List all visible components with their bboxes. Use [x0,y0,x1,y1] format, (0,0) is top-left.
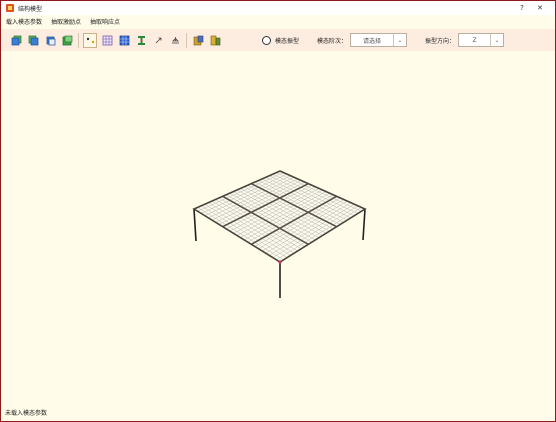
axis-arrow-icon [155,37,161,43]
chevron-down-icon[interactable]: ⌄ [393,34,406,46]
view-front-button[interactable] [9,33,23,48]
show-surface-button[interactable] [117,33,131,48]
axis-button[interactable] [151,33,165,48]
app-logo-icon [6,4,14,12]
mode-order-select[interactable]: 请选择 ⌄ [350,33,408,47]
help-button[interactable]: ? [513,1,531,15]
radio-label: 模态振型 [275,37,300,45]
mode-shape-radio[interactable]: 模态振型 [262,35,300,45]
grid-lines-icon [102,35,112,45]
mode-order-label: 模态阶次： [317,37,348,45]
column-left [193,208,197,242]
app-window: 结构模型 ? ✕ 载入模态参数 抽取激励点 抽取响应点 模态振型 模态阶次： 请… [0,0,556,422]
menu-extract-excitation[interactable]: 抽取激励点 [51,17,81,26]
toolbar: 模态振型 模态阶次： 请选择 ⌄ 振型方向： Z ⌄ [1,29,555,51]
window-title: 结构模型 [18,5,43,13]
cube-front-icon [11,35,21,45]
view-top-button[interactable] [43,33,57,48]
support-button[interactable] [168,33,182,48]
menu-load-modal-params[interactable]: 载入模态参数 [6,17,42,26]
view-side-button[interactable] [26,33,40,48]
column-right [362,208,366,241]
direction-select[interactable]: Z ⌄ [458,33,505,47]
export-button[interactable] [191,33,205,48]
beam-section-button[interactable] [134,33,148,48]
title-bar: 结构模型 ? ✕ [1,1,555,15]
cube-side-icon [28,35,38,45]
view-iso-button[interactable] [60,33,74,48]
corner-node-marker [278,260,282,264]
status-text: 未载入模态参数 [5,409,48,417]
mesh-icon [119,35,129,45]
menu-bar: 载入模态参数 抽取激励点 抽取响应点 [1,16,555,26]
menu-extract-response[interactable]: 抽取响应点 [90,17,120,26]
direction-value: Z [472,36,477,44]
mode-order-value: 请选择 [363,37,382,45]
direction-label: 振型方向： [425,37,456,45]
model-viewport[interactable] [3,52,553,402]
close-button[interactable]: ✕ [531,1,549,15]
cube-top-icon [46,36,55,45]
points-icon [86,37,94,43]
show-lines-button[interactable] [100,33,114,48]
status-bar: 未载入模态参数 [1,405,555,419]
settings-button[interactable] [208,33,222,48]
i-beam-icon [137,35,145,45]
show-points-button[interactable] [83,32,97,48]
support-icon [171,36,179,43]
structure-model[interactable] [3,52,553,402]
radio-circle[interactable] [262,35,271,45]
folder-chart-icon [193,35,203,45]
cube-iso-icon [62,35,72,45]
settings-gear-icon [210,35,220,45]
chevron-down-icon[interactable]: ⌄ [490,34,503,46]
